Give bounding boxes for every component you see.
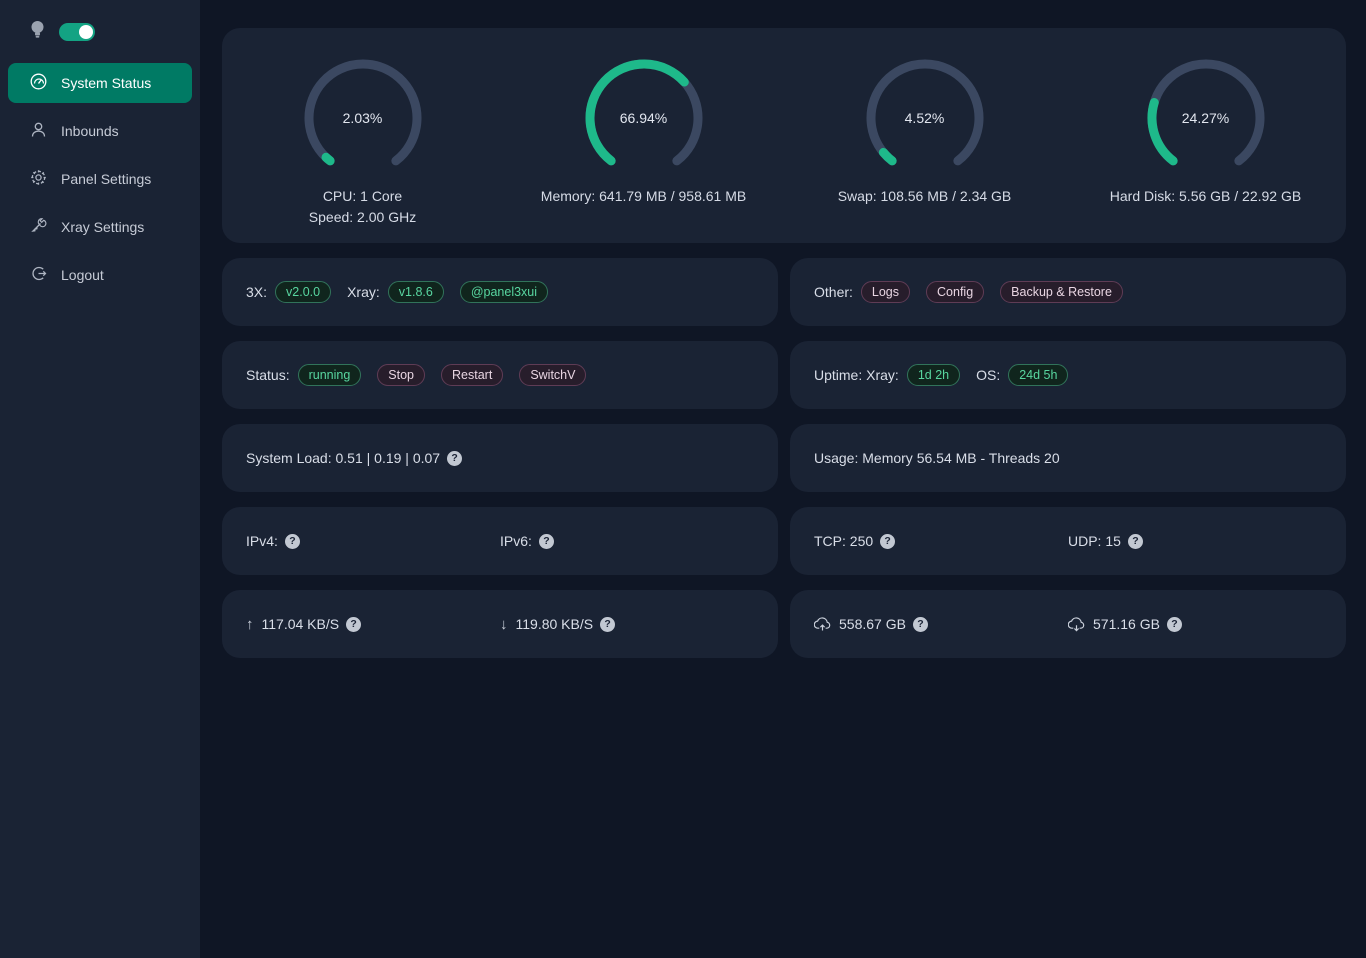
ipv6-block: IPv6: ? <box>500 533 754 549</box>
sidebar-item-label: Panel Settings <box>61 171 151 187</box>
cpu-gauge-value: 2.03% <box>303 58 423 178</box>
sidebar-item-label: Xray Settings <box>61 219 144 235</box>
ip-card: IPv4: ? IPv6: ? <box>222 507 778 575</box>
memory-gauge-value: 66.94% <box>584 58 704 178</box>
ipv4-help-icon[interactable]: ? <box>285 534 300 549</box>
swap-gauge-label: Swap: 108.56 MB / 2.34 GB <box>838 186 1012 207</box>
sidebar-item-label: Inbounds <box>61 123 119 139</box>
telegram-tag[interactable]: @panel3xui <box>460 281 548 303</box>
wrench-icon <box>30 217 47 237</box>
sidebar: System Status Inbounds Panel Settings <box>0 0 200 958</box>
sidebar-item-logout[interactable]: Logout <box>8 255 192 295</box>
xray-label: Xray: <box>347 284 380 300</box>
theme-row <box>0 0 200 55</box>
swap-gauge: 4.52% Swap: 108.56 MB / 2.34 GB <box>784 58 1065 207</box>
ipv4-label: IPv4: <box>246 533 278 549</box>
stop-button[interactable]: Stop <box>377 364 425 386</box>
total-traffic-card: 558.67 GB ? 571.16 GB ? <box>790 590 1346 658</box>
gear-icon <box>30 169 47 189</box>
disk-gauge: 24.27% Hard Disk: 5.56 GB / 22.92 GB <box>1065 58 1346 207</box>
usage-card: Usage: Memory 56.54 MB - Threads 20 <box>790 424 1346 492</box>
total-sent-help-icon[interactable]: ? <box>913 617 928 632</box>
swap-gauge-value: 4.52% <box>865 58 985 178</box>
cpu-gauge-label: CPU: 1 Core Speed: 2.00 GHz <box>309 186 416 228</box>
total-sent-block: 558.67 GB ? <box>814 616 1068 632</box>
sidebar-item-label: Logout <box>61 267 104 283</box>
main-content: 2.03% CPU: 1 Core Speed: 2.00 GHz 66.94%… <box>200 0 1366 658</box>
uptime-card: Uptime: Xray: 1d 2h OS: 24d 5h <box>790 341 1346 409</box>
xray-version-tag[interactable]: v1.8.6 <box>388 281 444 303</box>
panel-version-tag[interactable]: v2.0.0 <box>275 281 331 303</box>
disk-gauge-label: Hard Disk: 5.56 GB / 22.92 GB <box>1110 186 1301 207</box>
ipv6-label: IPv6: <box>500 533 532 549</box>
download-speed-help-icon[interactable]: ? <box>600 617 615 632</box>
cloud-download-icon <box>1068 617 1085 632</box>
tcp-block: TCP: 250 ? <box>814 533 1068 549</box>
version-card: 3X: v2.0.0 Xray: v1.8.6 @panel3xui <box>222 258 778 326</box>
connections-card: TCP: 250 ? UDP: 15 ? <box>790 507 1346 575</box>
total-received-block: 571.16 GB ? <box>1068 616 1322 632</box>
memory-gauge-label: Memory: 641.79 MB / 958.61 MB <box>541 186 746 207</box>
ipv4-block: IPv4: ? <box>246 533 500 549</box>
status-card: Status: running Stop Restart SwitchV <box>222 341 778 409</box>
dashboard-icon <box>30 73 47 93</box>
system-gauges-card: 2.03% CPU: 1 Core Speed: 2.00 GHz 66.94%… <box>222 28 1346 243</box>
ipv6-help-icon[interactable]: ? <box>539 534 554 549</box>
download-speed-text: 119.80 KB/S <box>516 616 594 632</box>
toggle-knob <box>79 25 93 39</box>
logs-button[interactable]: Logs <box>861 281 910 303</box>
tcp-count-text: TCP: 250 <box>814 533 873 549</box>
lightbulb-icon <box>30 20 45 43</box>
total-received-help-icon[interactable]: ? <box>1167 617 1182 632</box>
theme-toggle[interactable] <box>59 23 95 41</box>
udp-block: UDP: 15 ? <box>1068 533 1322 549</box>
udp-count-text: UDP: 15 <box>1068 533 1121 549</box>
user-icon <box>30 121 47 141</box>
disk-gauge-value: 24.27% <box>1146 58 1266 178</box>
sidebar-item-xray-settings[interactable]: Xray Settings <box>8 207 192 247</box>
cloud-upload-icon <box>814 617 831 632</box>
memory-gauge: 66.94% Memory: 641.79 MB / 958.61 MB <box>503 58 784 207</box>
status-badge: running <box>298 364 362 386</box>
sidebar-item-system-status[interactable]: System Status <box>8 63 192 103</box>
xray-uptime-badge: 1d 2h <box>907 364 960 386</box>
os-uptime-badge: 24d 5h <box>1008 364 1068 386</box>
upload-speed-text: 117.04 KB/S <box>262 616 340 632</box>
config-button[interactable]: Config <box>926 281 984 303</box>
cpu-gauge: 2.03% CPU: 1 Core Speed: 2.00 GHz <box>222 58 503 228</box>
other-card: Other: Logs Config Backup & Restore <box>790 258 1346 326</box>
sidebar-item-inbounds[interactable]: Inbounds <box>8 111 192 151</box>
status-label: Status: <box>246 367 290 383</box>
total-sent-text: 558.67 GB <box>839 616 906 632</box>
network-speed-card: ↑ 117.04 KB/S ? ↓ 119.80 KB/S ? <box>222 590 778 658</box>
arrow-down-icon: ↓ <box>500 616 508 633</box>
other-label: Other: <box>814 284 853 300</box>
upload-speed-help-icon[interactable]: ? <box>346 617 361 632</box>
system-load-help-icon[interactable]: ? <box>447 451 462 466</box>
tcp-help-icon[interactable]: ? <box>880 534 895 549</box>
arrow-up-icon: ↑ <box>246 616 254 633</box>
usage-text: Usage: Memory 56.54 MB - Threads 20 <box>814 450 1060 466</box>
system-load-text: System Load: 0.51 | 0.19 | 0.07 <box>246 450 440 466</box>
sidebar-item-panel-settings[interactable]: Panel Settings <box>8 159 192 199</box>
udp-help-icon[interactable]: ? <box>1128 534 1143 549</box>
uptime-xray-label: Uptime: Xray: <box>814 367 899 383</box>
upload-speed-block: ↑ 117.04 KB/S ? <box>246 616 500 633</box>
sidebar-item-label: System Status <box>61 75 151 91</box>
logout-icon <box>30 265 47 285</box>
switch-version-button[interactable]: SwitchV <box>519 364 586 386</box>
system-load-card: System Load: 0.51 | 0.19 | 0.07 ? <box>222 424 778 492</box>
os-label: OS: <box>976 367 1000 383</box>
3x-label: 3X: <box>246 284 267 300</box>
backup-restore-button[interactable]: Backup & Restore <box>1000 281 1123 303</box>
download-speed-block: ↓ 119.80 KB/S ? <box>500 616 754 633</box>
total-received-text: 571.16 GB <box>1093 616 1160 632</box>
restart-button[interactable]: Restart <box>441 364 503 386</box>
